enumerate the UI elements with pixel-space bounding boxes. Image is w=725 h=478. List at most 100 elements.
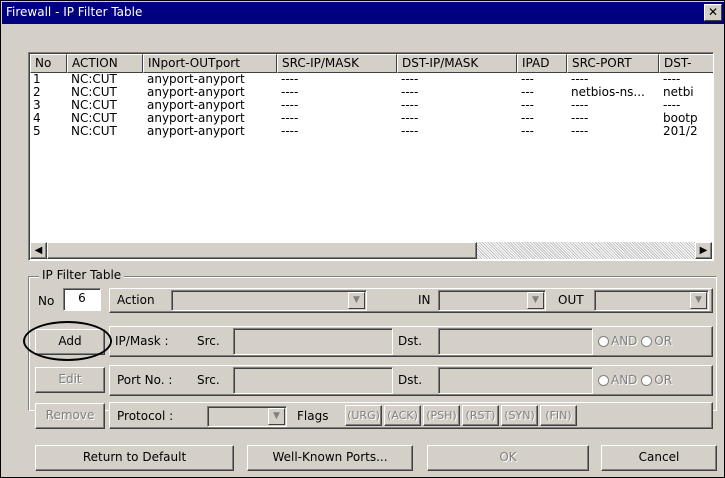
cell-no: 4: [33, 112, 41, 125]
cell-action: NC:CUT: [71, 73, 117, 86]
flag-psh-button[interactable]: (PSH): [423, 405, 460, 426]
col-header-ipad[interactable]: IPAD: [517, 54, 567, 73]
and-radio[interactable]: [598, 375, 609, 386]
out-label: OUT: [558, 293, 584, 307]
cell-dst-port: bootp: [663, 112, 698, 125]
groupbox-title: IP Filter Table: [39, 268, 125, 282]
highlight-circle: [23, 321, 112, 361]
chevron-down-icon[interactable]: ▼: [690, 292, 707, 309]
horizontal-scrollbar[interactable]: ◀ ▶: [30, 242, 712, 259]
scroll-right-button[interactable]: ▶: [695, 242, 712, 259]
flags-label: Flags: [297, 409, 329, 423]
arrow-right-icon: ▶: [699, 245, 708, 256]
edit-button[interactable]: Edit: [35, 367, 105, 393]
cell-ports: anyport-anyport: [147, 99, 245, 112]
cell-dst-ip: ----: [401, 86, 419, 99]
col-header-no[interactable]: No: [30, 54, 67, 73]
cell-no: 2: [33, 86, 41, 99]
cell-dst-ip: ----: [401, 112, 419, 125]
cell-src-port: ----: [571, 73, 589, 86]
and-or-radios-ip[interactable]: AND OR: [598, 334, 672, 348]
col-header-dst-port[interactable]: DST-: [659, 54, 713, 73]
cell-dst-ip: ----: [401, 125, 419, 138]
cell-src-port: ----: [571, 112, 589, 125]
no-field[interactable]: 6: [63, 288, 101, 311]
flag-fin-button[interactable]: (FIN): [540, 405, 577, 426]
protocol-label: Protocol :: [117, 409, 174, 423]
cell-ipad: ---: [521, 125, 534, 138]
arrow-left-icon: ◀: [34, 245, 43, 256]
cell-src-port: netbios-ns...: [571, 86, 645, 99]
cancel-button[interactable]: Cancel: [601, 445, 717, 471]
cell-src-ip: ----: [281, 125, 299, 138]
dst-port-field[interactable]: [438, 367, 593, 394]
ok-button[interactable]: OK: [427, 445, 589, 471]
flag-syn-button[interactable]: (SYN): [501, 405, 538, 426]
dst-ip-field[interactable]: [438, 328, 593, 355]
title-bar: Firewall - IP Filter Table ✕: [2, 2, 724, 24]
flag-urg-button[interactable]: (URG): [345, 405, 382, 426]
action-label: Action: [117, 293, 155, 307]
cell-ports: anyport-anyport: [147, 86, 245, 99]
return-default-button[interactable]: Return to Default: [35, 445, 234, 471]
scroll-track[interactable]: [477, 242, 695, 259]
cell-action: NC:CUT: [71, 112, 117, 125]
in-label: IN: [418, 293, 431, 307]
protocol-select[interactable]: ▼: [207, 406, 287, 427]
flag-ack-button[interactable]: (ACK): [384, 405, 421, 426]
cell-ports: anyport-anyport: [147, 125, 245, 138]
filter-list[interactable]: No ACTION INport-OUTport SRC-IP/MASK DST…: [28, 52, 714, 261]
flag-rst-button[interactable]: (RST): [462, 405, 499, 426]
chevron-down-icon[interactable]: ▼: [348, 292, 365, 309]
cell-ipad: ---: [521, 112, 534, 125]
or-radio[interactable]: [641, 336, 653, 347]
col-header-src-ip[interactable]: SRC-IP/MASK: [277, 54, 397, 73]
cell-ipad: ---: [521, 73, 534, 86]
scroll-left-button[interactable]: ◀: [30, 242, 47, 259]
window-title: Firewall - IP Filter Table: [6, 5, 143, 19]
cell-action: NC:CUT: [71, 125, 117, 138]
chevron-down-icon[interactable]: ▼: [527, 292, 544, 309]
cell-dst-ip: ----: [401, 99, 419, 112]
remove-button[interactable]: Remove: [35, 403, 105, 429]
and-or-radios-port[interactable]: AND OR: [598, 373, 672, 387]
cell-dst-port: netbi: [663, 86, 694, 99]
cell-src-ip: ----: [281, 112, 299, 125]
src-port-field[interactable]: [233, 367, 393, 394]
cell-src-ip: ----: [281, 86, 299, 99]
action-select[interactable]: ▼: [171, 290, 367, 311]
and-radio[interactable]: [598, 336, 609, 347]
cell-ipad: ---: [521, 99, 534, 112]
ipmask-label: IP/Mask :: [115, 334, 169, 348]
cell-action: NC:CUT: [71, 86, 117, 99]
or-radio[interactable]: [641, 375, 653, 386]
close-icon: ✕: [707, 5, 719, 19]
port-label: Port No. :: [117, 373, 173, 387]
out-select[interactable]: ▼: [594, 290, 709, 311]
cell-src-ip: ----: [281, 99, 299, 112]
no-label: No: [38, 294, 55, 308]
cell-dst-port: 201/2: [663, 125, 698, 138]
cell-dst-ip: ----: [401, 73, 419, 86]
col-header-action[interactable]: ACTION: [67, 54, 143, 73]
scroll-thumb[interactable]: [47, 242, 477, 259]
cell-ipad: ---: [521, 86, 534, 99]
cell-src-ip: ----: [281, 73, 299, 86]
cell-ports: anyport-anyport: [147, 112, 245, 125]
chevron-down-icon[interactable]: ▼: [268, 408, 285, 425]
cell-action: NC:CUT: [71, 99, 117, 112]
col-header-dst-ip[interactable]: DST-IP/MASK: [397, 54, 517, 73]
dst-label: Dst.: [398, 373, 423, 387]
in-select[interactable]: ▼: [438, 290, 546, 311]
src-label: Src.: [197, 334, 220, 348]
cell-ports: anyport-anyport: [147, 73, 245, 86]
col-header-src-port[interactable]: SRC-PORT: [567, 54, 659, 73]
cell-no: 1: [33, 73, 41, 86]
well-known-ports-button[interactable]: Well-Known Ports...: [247, 445, 413, 471]
close-button[interactable]: ✕: [704, 4, 722, 21]
firewall-dialog: Firewall - IP Filter Table ✕ No ACTION I…: [0, 0, 725, 478]
dst-label: Dst.: [398, 334, 423, 348]
col-header-ports[interactable]: INport-OUTport: [143, 54, 277, 73]
cell-no: 3: [33, 99, 41, 112]
src-ip-field[interactable]: [233, 328, 393, 355]
